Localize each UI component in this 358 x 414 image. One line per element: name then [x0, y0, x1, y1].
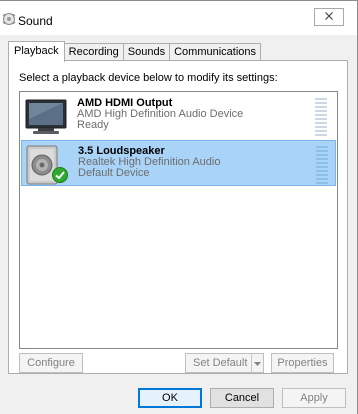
device-status: Ready [77, 119, 109, 131]
tab-recording[interactable]: Recording [63, 43, 124, 61]
default-device-check-icon [52, 167, 68, 183]
window-title: Sound [18, 14, 53, 28]
playback-tab-panel: Select a playback device below to modify… [8, 60, 348, 374]
title-bar[interactable]: Sound [0, 1, 357, 35]
configure-button-label: Configure [27, 357, 75, 369]
device-list[interactable]: AMD HDMI Output AMD High Definition Audi… [19, 91, 338, 349]
volume-meter [315, 98, 327, 136]
chevron-down-icon [254, 354, 261, 372]
properties-button[interactable]: Properties [271, 353, 334, 373]
monitor-icon [24, 97, 70, 137]
set-default-button-label: Set Default [193, 357, 248, 369]
dialog-button-bar: OK Cancel Apply [0, 381, 357, 414]
tab-sounds[interactable]: Sounds [122, 43, 171, 61]
properties-button-label: Properties [277, 357, 328, 369]
close-icon [324, 11, 334, 24]
apply-button-label: Apply [300, 392, 328, 404]
device-item-amd-hdmi[interactable]: AMD HDMI Output AMD High Definition Audi… [21, 93, 336, 139]
device-item-loudspeaker[interactable]: 3.5 Loudspeaker Realtek High Definition … [21, 140, 336, 186]
configure-button[interactable]: Configure [19, 353, 83, 373]
ok-button-label: OK [162, 392, 178, 404]
dialog-client-area: Playback Recording Sounds Communications… [0, 35, 357, 381]
tab-playback[interactable]: Playback [8, 41, 65, 62]
set-default-button[interactable]: Set Default [185, 353, 264, 373]
close-button[interactable] [314, 8, 344, 26]
device-status: Default Device [78, 167, 150, 179]
tab-strip: Playback Recording Sounds Communications [8, 41, 262, 62]
apply-button[interactable]: Apply [282, 388, 346, 408]
ok-button[interactable]: OK [138, 388, 202, 408]
sound-dialog: Sound Playback Recording Sounds Communic… [0, 0, 358, 414]
tab-communications[interactable]: Communications [169, 43, 262, 61]
volume-meter [316, 146, 328, 184]
cancel-button[interactable]: Cancel [210, 388, 274, 408]
cancel-button-label: Cancel [224, 392, 260, 404]
instructions-text: Select a playback device below to modify… [19, 72, 278, 84]
sound-app-icon [2, 12, 16, 26]
set-default-dropdown-arrow[interactable] [251, 354, 263, 372]
